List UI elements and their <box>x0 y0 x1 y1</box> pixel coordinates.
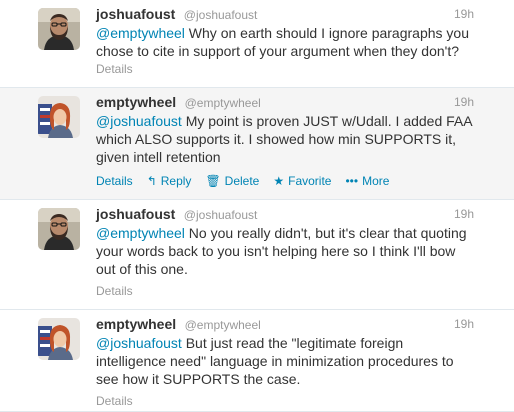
tweet[interactable]: emptywheel @emptywheel 19h @joshuafoust … <box>0 310 514 412</box>
mention-link[interactable]: @emptywheel <box>96 25 185 41</box>
avatar-woman-image <box>38 318 80 360</box>
tweet-actions: Details <box>96 284 133 298</box>
favorite-label: Favorite <box>288 174 332 188</box>
fullname[interactable]: joshuafoust <box>96 6 175 22</box>
tweet[interactable]: joshuafoust @joshuafoust 19h @emptywheel… <box>0 0 514 88</box>
details-link[interactable]: Details <box>96 62 133 76</box>
avatar[interactable] <box>38 8 80 50</box>
timestamp[interactable]: 19h <box>454 207 474 221</box>
tweet-text: @emptywheel No you really didn't, but it… <box>96 224 486 278</box>
trash-icon: 🗑︎ <box>205 174 221 188</box>
avatar[interactable] <box>38 96 80 138</box>
timestamp[interactable]: 19h <box>454 7 474 21</box>
username[interactable]: @joshuafoust <box>184 208 258 222</box>
tweet-header: emptywheel @emptywheel 19h <box>96 316 474 334</box>
username[interactable]: @joshuafoust <box>184 8 258 22</box>
avatar[interactable] <box>38 318 80 360</box>
more-button[interactable]: ••• More <box>345 174 389 188</box>
mention-link[interactable]: @joshuafoust <box>96 335 182 351</box>
tweet-actions: Details <box>96 62 133 76</box>
tweet-header: joshuafoust @joshuafoust 19h <box>96 6 474 24</box>
details-link[interactable]: Details <box>96 284 133 298</box>
details-link[interactable]: Details <box>96 174 133 188</box>
tweet-header: joshuafoust @joshuafoust 19h <box>96 206 474 224</box>
timestamp[interactable]: 19h <box>454 95 474 109</box>
mention-link[interactable]: @emptywheel <box>96 225 185 241</box>
tweet-header: emptywheel @emptywheel 19h <box>96 94 474 112</box>
avatar[interactable] <box>38 208 80 250</box>
avatar-man-image <box>38 208 80 250</box>
reply-icon: ↰ <box>146 174 157 188</box>
timeline: joshuafoust @joshuafoust 19h @emptywheel… <box>0 0 514 412</box>
delete-button[interactable]: 🗑︎ Delete <box>205 174 259 188</box>
reply-label: Reply <box>160 174 192 188</box>
more-label: More <box>362 174 390 188</box>
tweet[interactable]: joshuafoust @joshuafoust 19h @emptywheel… <box>0 200 514 310</box>
star-icon: ★ <box>273 174 285 188</box>
tweet-text: @joshuafoust My point is proven JUST w/U… <box>96 112 486 166</box>
tweet-text: @emptywheel Why on earth should I ignore… <box>96 24 486 60</box>
avatar-man-image <box>38 8 80 50</box>
timestamp[interactable]: 19h <box>454 317 474 331</box>
mention-link[interactable]: @joshuafoust <box>96 113 182 129</box>
reply-button[interactable]: ↰ Reply <box>147 174 192 188</box>
tweet-text: @joshuafoust But just read the "legitima… <box>96 334 486 388</box>
fullname[interactable]: emptywheel <box>96 316 176 332</box>
tweet-actions: Details ↰ Reply 🗑︎ Delete ★ Favorite •••… <box>96 174 403 188</box>
fullname[interactable]: emptywheel <box>96 94 176 110</box>
username[interactable]: @emptywheel <box>185 318 261 332</box>
tweet[interactable]: emptywheel @emptywheel 19h @joshuafoust … <box>0 88 514 200</box>
more-dots-icon: ••• <box>345 174 359 188</box>
details-link[interactable]: Details <box>96 394 133 408</box>
avatar-woman-image <box>38 96 80 138</box>
favorite-button[interactable]: ★ Favorite <box>273 174 331 188</box>
username[interactable]: @emptywheel <box>185 96 261 110</box>
tweet-actions: Details <box>96 394 133 408</box>
fullname[interactable]: joshuafoust <box>96 206 175 222</box>
delete-label: Delete <box>224 174 260 188</box>
